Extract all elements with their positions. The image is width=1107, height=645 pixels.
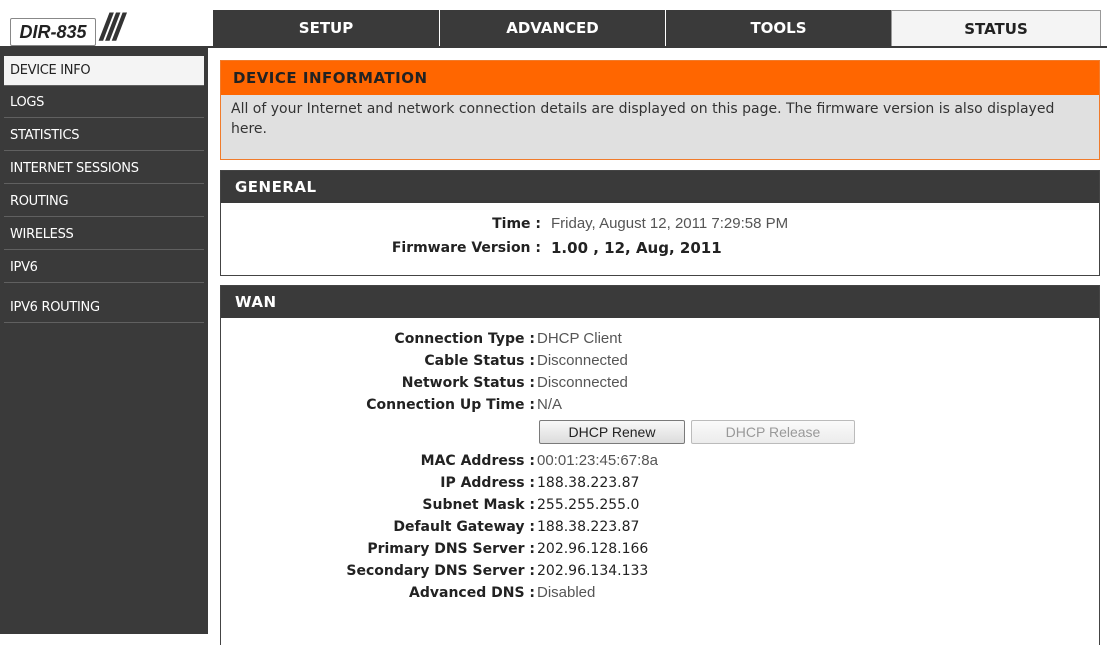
dns1-row: Primary DNS Server : 202.96.128.166	[221, 538, 1101, 560]
connection-type-value: DHCP Client	[537, 330, 622, 347]
time-value: Friday, August 12, 2011 7:29:58 PM	[551, 215, 789, 232]
sidebar-item-statistics[interactable]: STATISTICS	[4, 121, 204, 151]
network-status-value: Disconnected	[537, 374, 628, 391]
dns1-value: 202.96.128.166	[537, 541, 649, 557]
wan-panel: WAN Connection Type : DHCP Client Cable …	[220, 285, 1100, 645]
mac-row: MAC Address : 00:01:23:45:67:8a	[221, 450, 1101, 472]
sidebar-item-ipv6-routing[interactable]: IPV6 ROUTING	[4, 293, 204, 323]
sidebar-item-device-info[interactable]: DEVICE INFO	[4, 56, 204, 86]
gateway-row: Default Gateway : 188.38.223.87	[221, 516, 1101, 538]
connection-type-label: Connection Type :	[394, 331, 535, 347]
uptime-label: Connection Up Time :	[366, 397, 535, 413]
cable-status-label: Cable Status :	[424, 353, 535, 369]
subnet-label: Subnet Mask :	[422, 497, 535, 513]
time-row: Time : Friday, August 12, 2011 7:29:58 P…	[221, 213, 1101, 235]
uptime-row: Connection Up Time : N/A	[221, 394, 1101, 416]
mac-label: MAC Address :	[420, 453, 535, 469]
ip-value: 188.38.223.87	[537, 475, 640, 491]
brand-slashes-icon: ///	[100, 7, 124, 49]
device-info-panel: DEVICE INFORMATION All of your Internet …	[220, 60, 1100, 160]
firmware-row: Firmware Version : 1.00 , 12, Aug, 2011	[221, 237, 1101, 259]
dns1-label: Primary DNS Server :	[367, 541, 535, 557]
device-info-title: DEVICE INFORMATION	[221, 61, 1099, 95]
sidebar-item-logs[interactable]: LOGS	[4, 88, 204, 118]
firmware-value: 1.00 , 12, Aug, 2011	[551, 239, 722, 257]
firmware-label: Firmware Version :	[391, 240, 541, 256]
dns2-row: Secondary DNS Server : 202.96.134.133	[221, 560, 1101, 582]
network-status-label: Network Status :	[401, 375, 535, 391]
mac-value: 00:01:23:45:67:8a	[537, 452, 658, 469]
sidebar: DEVICE INFO LOGS STATISTICS INTERNET SES…	[0, 48, 208, 634]
sidebar-item-routing[interactable]: ROUTING	[4, 187, 204, 217]
gateway-value: 188.38.223.87	[537, 519, 640, 535]
tab-status[interactable]: STATUS	[891, 10, 1101, 46]
top-navigation: DIR-835 /// SETUP ADVANCED TOOLS STATUS	[0, 0, 1107, 48]
sidebar-item-internet-sessions[interactable]: INTERNET SESSIONS	[4, 154, 204, 184]
dhcp-renew-button[interactable]: DHCP Renew	[539, 420, 685, 444]
adv-dns-label: Advanced DNS :	[409, 585, 535, 601]
uptime-value: N/A	[537, 396, 563, 413]
time-label: Time :	[492, 216, 541, 232]
cable-status-row: Cable Status : Disconnected	[221, 350, 1101, 372]
adv-dns-value: Disabled	[537, 584, 596, 601]
general-panel: GENERAL Time : Friday, August 12, 2011 7…	[220, 170, 1100, 276]
subnet-row: Subnet Mask : 255.255.255.0	[221, 494, 1101, 516]
device-info-description: All of your Internet and network connect…	[231, 101, 1055, 137]
dns2-label: Secondary DNS Server :	[346, 563, 535, 579]
wan-title: WAN	[221, 286, 1099, 318]
tab-tools[interactable]: TOOLS	[665, 10, 891, 46]
connection-type-row: Connection Type : DHCP Client	[221, 328, 1101, 350]
brand-logo: DIR-835 ///	[4, 6, 204, 49]
sidebar-item-ipv6[interactable]: IPV6	[4, 253, 204, 283]
gateway-label: Default Gateway :	[393, 519, 535, 535]
network-status-row: Network Status : Disconnected	[221, 372, 1101, 394]
subnet-value: 255.255.255.0	[537, 497, 640, 513]
ip-label: IP Address :	[440, 475, 535, 491]
model-name: DIR-835	[10, 18, 96, 46]
ip-row: IP Address : 188.38.223.87	[221, 472, 1101, 494]
sidebar-item-wireless[interactable]: WIRELESS	[4, 220, 204, 250]
adv-dns-row: Advanced DNS : Disabled	[221, 582, 1101, 604]
tab-advanced[interactable]: ADVANCED	[439, 10, 665, 46]
cable-status-value: Disconnected	[537, 352, 628, 369]
general-title: GENERAL	[221, 171, 1099, 203]
dns2-value: 202.96.134.133	[537, 563, 649, 579]
tab-setup[interactable]: SETUP	[212, 10, 439, 46]
dhcp-release-button[interactable]: DHCP Release	[691, 420, 855, 444]
